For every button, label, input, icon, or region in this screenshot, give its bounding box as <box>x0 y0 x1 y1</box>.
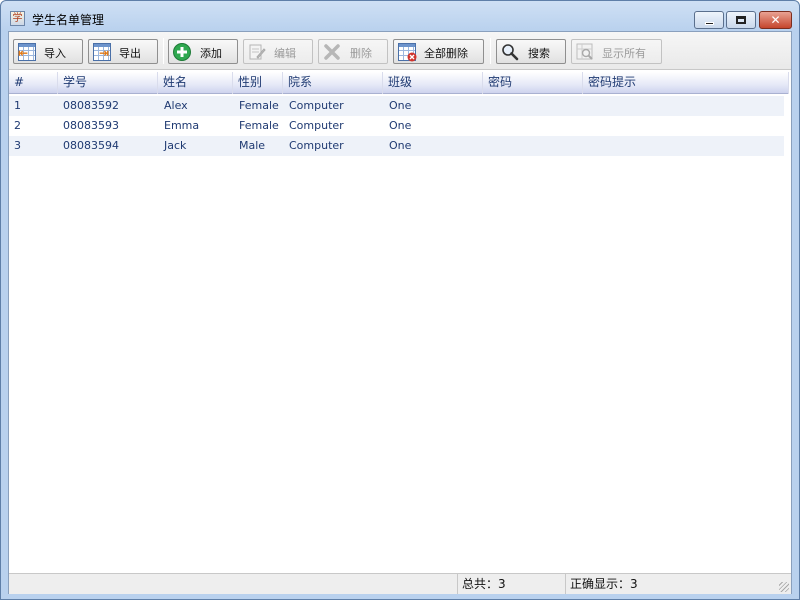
export-icon: ⇥ <box>93 43 111 61</box>
cell-class: One <box>389 139 412 152</box>
toolbar: ⇤ 导入 ⇥ 导出 添加 编辑 删除 全部删除 搜索 显示所有 <box>9 32 791 70</box>
cell-password-hint <box>584 136 589 156</box>
cell-password-hint <box>584 96 589 116</box>
delete-button[interactable]: 删除 <box>318 39 388 64</box>
status-total: 总共：3 <box>457 574 565 594</box>
cell-department: Computer <box>289 99 344 112</box>
cell-name: Alex <box>164 99 188 112</box>
minimize-button[interactable] <box>694 11 724 29</box>
cell-class: One <box>389 99 412 112</box>
cell-department: Computer <box>289 119 344 132</box>
edit-button[interactable]: 编辑 <box>243 39 313 64</box>
cell-student-id: 08083592 <box>63 99 119 112</box>
cell-password-hint <box>584 116 589 136</box>
cell-gender: Male <box>239 139 266 152</box>
add-label: 添加 <box>200 47 222 60</box>
delete-label: 删除 <box>350 47 372 60</box>
search-label: 搜索 <box>528 47 550 60</box>
edit-icon <box>249 44 266 60</box>
cell-index: 3 <box>14 139 21 152</box>
column-header-name[interactable]: 姓名 <box>158 72 233 94</box>
import-label: 导入 <box>44 47 66 60</box>
main-window: 学 学生名单管理 ✕ ⇤ 导入 ⇥ 导出 添加 编辑 删除 全部删除 搜索 显示… <box>0 0 800 600</box>
cell-index: 2 <box>14 119 21 132</box>
column-header-department[interactable]: 院系 <box>283 72 383 94</box>
student-list-app-icon: 学 <box>10 11 25 26</box>
maximize-icon <box>736 16 746 24</box>
column-header-password-hint[interactable]: 密码提示 <box>583 72 789 94</box>
search-button[interactable]: 搜索 <box>496 39 566 64</box>
export-label: 导出 <box>119 47 141 60</box>
column-header-gender[interactable]: 性别 <box>233 72 283 94</box>
resize-grip-icon[interactable] <box>779 582 789 592</box>
table-row[interactable]: 2 08083593 Emma Female Computer One <box>9 116 784 136</box>
cell-gender: Female <box>239 99 279 112</box>
show-all-button[interactable]: 显示所有 <box>571 39 662 64</box>
column-header-index[interactable]: # <box>9 72 58 94</box>
search-icon <box>502 44 519 61</box>
cell-password <box>484 136 489 156</box>
cell-name: Jack <box>164 139 187 152</box>
close-button[interactable]: ✕ <box>759 11 792 29</box>
status-bar: 总共：3 正确显示：3 <box>9 573 791 594</box>
column-header-password[interactable]: 密码 <box>483 72 583 94</box>
import-button[interactable]: ⇤ 导入 <box>13 39 83 64</box>
cell-department: Computer <box>289 139 344 152</box>
student-table[interactable]: # 学号 姓名 性别 院系 班级 密码 密码提示 1 08083592 Alex… <box>9 70 791 573</box>
edit-label: 编辑 <box>274 47 296 60</box>
delete-all-button[interactable]: 全部删除 <box>393 39 484 64</box>
table-row[interactable]: 3 08083594 Jack Male Computer One <box>9 136 784 156</box>
cell-password <box>484 96 489 116</box>
table-row[interactable]: 1 08083592 Alex Female Computer One <box>9 96 784 116</box>
column-header-class[interactable]: 班级 <box>383 72 483 94</box>
maximize-button[interactable] <box>726 11 756 29</box>
cell-student-id: 08083593 <box>63 119 119 132</box>
cell-name: Emma <box>164 119 200 132</box>
minimize-icon <box>704 21 714 25</box>
export-button[interactable]: ⇥ 导出 <box>88 39 158 64</box>
client-area: ⇤ 导入 ⇥ 导出 添加 编辑 删除 全部删除 搜索 显示所有 # 学号 姓名 … <box>8 31 792 594</box>
delete-x-icon <box>324 44 340 60</box>
cell-gender: Female <box>239 119 279 132</box>
show-all-label: 显示所有 <box>602 47 646 60</box>
table-header: # 学号 姓名 性别 院系 班级 密码 密码提示 <box>9 72 789 94</box>
close-icon: ✕ <box>770 13 781 27</box>
status-shown: 正确显示：3 <box>565 574 775 594</box>
title-bar[interactable]: 学 学生名单管理 ✕ <box>1 1 799 31</box>
cell-index: 1 <box>14 99 21 112</box>
toolbar-separator <box>490 38 491 64</box>
import-icon: ⇤ <box>18 43 36 61</box>
cell-class: One <box>389 119 412 132</box>
show-all-icon <box>576 43 593 60</box>
cell-student-id: 08083594 <box>63 139 119 152</box>
toolbar-separator <box>163 38 164 64</box>
delete-all-label: 全部删除 <box>424 47 468 60</box>
add-icon <box>173 43 191 61</box>
delete-all-icon <box>398 43 417 62</box>
cell-password <box>484 116 489 136</box>
add-button[interactable]: 添加 <box>168 39 238 64</box>
window-title: 学生名单管理 <box>32 13 105 27</box>
column-header-student-id[interactable]: 学号 <box>58 72 158 94</box>
